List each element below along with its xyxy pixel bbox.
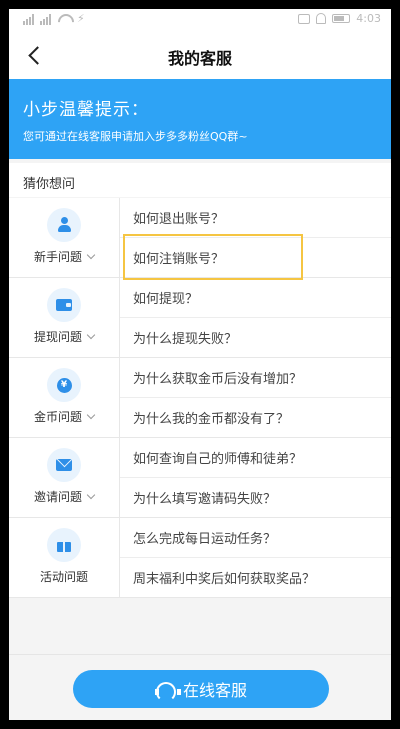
faq-group-coins: ¥ 金币问题 为什么获取金币后没有增加？ 为什么我的金币都没有了？ [9, 358, 391, 438]
gift-icon [47, 528, 81, 562]
question-item[interactable]: 为什么提现失败？ [120, 317, 391, 357]
battery-icon [332, 14, 351, 23]
category-invite[interactable]: 邀请问题 [9, 438, 120, 517]
notification-icon [316, 13, 327, 24]
question-list: 如何退出账号？ 如何注销账号？ [120, 198, 391, 280]
signal-icon [23, 13, 34, 25]
category-label: 新手问题 [33, 250, 82, 264]
header: 我的客服 [9, 31, 391, 79]
question-item-highlighted[interactable]: 如何注销账号？ [120, 234, 391, 280]
question-list: 为什么获取金币后没有增加？ 为什么我的金币都没有了？ [120, 358, 391, 437]
question-item[interactable]: 如何提现？ [120, 278, 391, 317]
phone-screen: ⚡ 4:03 我的客服 小步温馨提示： 您可通过在线客服申请加入步多多粉丝QQ群… [9, 9, 391, 720]
question-item[interactable]: 如何查询自己的师傅和徒弟？ [120, 438, 391, 477]
question-item[interactable]: 如何退出账号？ [120, 198, 391, 237]
status-bar: ⚡ 4:03 [9, 9, 391, 31]
category-beginner[interactable]: 新手问题 [9, 198, 120, 277]
category-label: 邀请问题 [33, 490, 82, 504]
chevron-down-icon [86, 330, 96, 340]
category-label: 提现问题 [33, 330, 82, 344]
faq-group-invite: 邀请问题 如何查询自己的师傅和徒弟？ 为什么填写邀请码失败？ [9, 438, 391, 518]
wallet-icon [47, 288, 81, 322]
question-list: 如何查询自己的师傅和徒弟？ 为什么填写邀请码失败？ [120, 438, 391, 517]
bottom-bar: 在线客服 [9, 654, 391, 720]
section-title: 猜你想问 [9, 163, 391, 197]
hd-icon [298, 13, 311, 24]
faq-group-activity: 活动问题 怎么完成每日运动任务？ 周末福利中奖后如何获取奖品？ [9, 518, 391, 598]
category-label: 金币问题 [33, 410, 82, 424]
signal-icon-2 [40, 13, 51, 25]
online-service-label: 在线客服 [182, 681, 247, 700]
person-icon [47, 208, 81, 242]
page-title: 我的客服 [167, 49, 232, 68]
mail-icon [47, 448, 81, 482]
question-item[interactable]: 周末福利中奖后如何获取奖品？ [120, 557, 391, 597]
faq-groups: 新手问题 如何退出账号？ 如何注销账号？ 提现问题 如何提现？ 为什么提现失败？… [9, 198, 391, 598]
question-list: 怎么完成每日运动任务？ 周末福利中奖后如何获取奖品？ [120, 518, 391, 597]
faq-group-withdraw: 提现问题 如何提现？ 为什么提现失败？ [9, 278, 391, 358]
tips-banner: 小步温馨提示： 您可通过在线客服申请加入步多多粉丝QQ群~ [9, 79, 391, 159]
question-list: 如何提现？ 为什么提现失败？ [120, 278, 391, 357]
wifi-icon [57, 13, 71, 25]
coin-icon: ¥ [47, 368, 81, 402]
category-withdraw[interactable]: 提现问题 [9, 278, 120, 357]
question-item[interactable]: 怎么完成每日运动任务？ [120, 518, 391, 557]
online-service-button[interactable]: 在线客服 [73, 670, 329, 708]
status-left: ⚡ [23, 13, 87, 25]
faq-group-beginner: 新手问题 如何退出账号？ 如何注销账号？ [9, 198, 391, 280]
question-item[interactable]: 为什么我的金币都没有了？ [120, 397, 391, 437]
question-item[interactable]: 为什么获取金币后没有增加？ [120, 358, 391, 397]
status-time: 4:03 [356, 12, 381, 25]
charge-icon: ⚡ [77, 12, 85, 25]
question-item[interactable]: 为什么填写邀请码失败？ [120, 477, 391, 517]
chevron-down-icon [86, 490, 96, 500]
category-coins[interactable]: ¥ 金币问题 [9, 358, 120, 437]
status-right: 4:03 [298, 12, 381, 25]
chevron-down-icon [86, 410, 96, 420]
headset-icon [154, 681, 181, 702]
banner-subtitle: 您可通过在线客服申请加入步多多粉丝QQ群~ [23, 130, 248, 143]
chevron-down-icon [86, 250, 96, 260]
category-label: 活动问题 [39, 570, 88, 584]
banner-title: 小步温馨提示： [23, 100, 149, 120]
category-activity[interactable]: 活动问题 [9, 518, 120, 597]
